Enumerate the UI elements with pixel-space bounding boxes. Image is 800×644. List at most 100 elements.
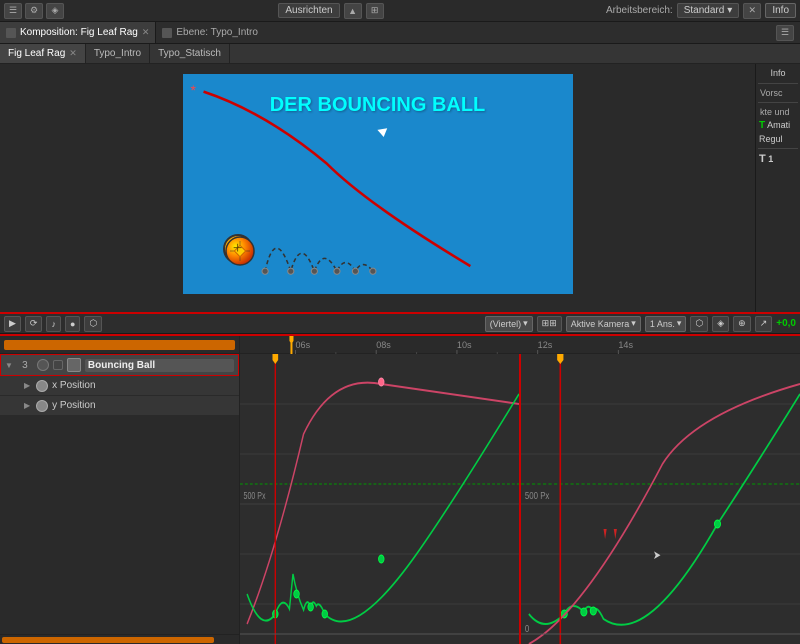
camera-dropdown[interactable]: Aktive Kamera ▾ [566,316,641,332]
layer-empty-space [0,416,239,634]
bottom-graph-row: ▼ 3 Bouncing Ball ▶ x Position ▶ y Posit… [0,354,800,644]
info-label: Info [758,66,798,80]
toolbar-icons: ☰ ⚙ ◈ [4,3,64,19]
prop-y-arrow-icon: ▶ [24,401,30,410]
tab-typo-intro[interactable]: Typo_Intro [86,44,150,63]
layer-name: Bouncing Ball [85,359,234,372]
ausrichten-button[interactable]: Ausrichten [278,3,339,18]
ruler-right: 06s 08s 10s 12s 14s [240,336,800,353]
view-label: 1 Ans. [650,319,675,329]
quarter-dropdown[interactable]: (Viertel) ▾ [485,316,533,332]
tab-fig-leaf-rag-label: Fig Leaf Rag [8,48,65,59]
svg-text:500 Px: 500 Px [244,490,267,502]
dropdown-arrow-icon: ▾ [727,5,732,16]
layer-expand-icon[interactable]: ▼ [5,361,13,370]
ruler-left [0,336,240,353]
graph-right: ➤ 500 Px 0 [521,354,800,644]
layer-type-icon [67,358,81,372]
tab-typo-intro-label: Typo_Intro [94,48,141,59]
panel-menu-icon[interactable]: ☰ [776,25,794,41]
tl-motion-btn[interactable]: ↗ [755,316,773,332]
tab-fig-leaf-close-icon[interactable]: ✕ [69,48,77,59]
svg-text:10s: 10s [457,340,472,350]
left-layer-panel: ▼ 3 Bouncing Ball ▶ x Position ▶ y Posit… [0,354,240,644]
tl-expand-btn[interactable]: ▶ [4,316,21,332]
tab-typo-statisch-label: Typo_Statisch [158,48,221,59]
camera-arrow-icon: ▾ [631,318,636,329]
tl-loop-btn[interactable]: ⟳ [25,316,43,332]
toolbar-icon-2[interactable]: ⚙ [25,3,43,19]
svg-text:08s: 08s [376,340,391,350]
layer-number: 3 [17,360,33,371]
layer-solo-icon[interactable] [53,360,63,370]
tl-toggle-btn[interactable]: ◈ [712,316,729,332]
prop-x-stopwatch-icon[interactable] [36,380,48,392]
preview-pane: * DER BOUNCING BALL [0,64,755,312]
tl-audio-btn[interactable]: ♪ [46,316,61,332]
comp-icon [6,28,16,38]
comp-tab[interactable]: Komposition: Fig Leaf Rag ✕ [0,22,156,43]
second-bar: Komposition: Fig Leaf Rag ✕ Ebene: Typo_… [0,22,800,44]
tl-mask-btn[interactable]: ⬡ [84,316,102,332]
ruler-row: 06s 08s 10s 12s 14s [0,336,800,354]
svg-text:12s: 12s [538,340,553,350]
layer-label: Ebene: Typo_Intro [176,27,258,38]
graph-right-svg: ➤ 500 Px 0 [521,354,800,644]
layer-visibility-icon[interactable] [37,359,49,371]
ausrichten-icon[interactable]: ▲ [344,3,362,19]
toolbar-icon-1[interactable]: ☰ [4,3,22,19]
prop-y-name: y Position [52,400,95,411]
info-button[interactable]: Info [765,3,796,18]
close-panel-icon[interactable]: ✕ [743,3,761,19]
tl-render2-btn[interactable]: ⬡ [690,316,708,332]
camera-label: Aktive Kamera [571,319,630,329]
layer-icon [162,28,172,38]
comp-close-icon[interactable]: ✕ [142,27,150,38]
layer-bar: Ebene: Typo_Intro ☰ [156,22,800,43]
prop-x-name: x Position [52,380,95,391]
ruler-svg: 06s 08s 10s 12s 14s [240,336,800,354]
quarter-arrow-icon: ▾ [523,318,528,329]
regul-label: Regul [758,133,798,145]
cursor-icon [377,128,388,138]
orange-bar [4,340,235,350]
main-area: * DER BOUNCING BALL [0,64,800,312]
akte-text: kte und [758,106,798,118]
tl-more-btn[interactable]: ⊕ [733,316,751,332]
toolbar-icon-3[interactable]: ◈ [46,3,64,19]
tab-row: Fig Leaf Rag ✕ Typo_Intro Typo_Statisch [0,44,800,64]
view-dropdown[interactable]: 1 Ans. ▾ [645,316,687,332]
tl-icon-set[interactable]: ⊞⊞ [537,316,562,332]
graph-left: 500 Px [240,354,521,644]
arbeitsbereich-label: Arbeitsbereich: [606,5,673,16]
layer-row-3[interactable]: ▼ 3 Bouncing Ball [0,354,239,376]
tl-render-btn[interactable]: ● [65,316,80,332]
standard-dropdown[interactable]: Standard ▾ [677,3,740,18]
orange-strip [2,637,214,643]
right-panel: Info Vorsc kte und T Amati Regul T 1 [755,64,800,312]
svg-text:14s: 14s [618,340,633,350]
prop-y-stopwatch-icon[interactable] [36,400,48,412]
quarter-label: (Viertel) [490,319,521,329]
tab-fig-leaf-rag[interactable]: Fig Leaf Rag ✕ [0,44,86,63]
graph-left-svg: 500 Px [240,354,519,644]
text-tool-label: T 1 [758,152,798,166]
ball-object [223,234,253,264]
svg-text:500 Px: 500 Px [525,490,550,501]
top-bar: ☰ ⚙ ◈ Ausrichten ▲ ⊞ Arbeitsbereich: Sta… [0,0,800,22]
tl-value: +0,0 [776,318,796,329]
prop-row-y[interactable]: ▶ y Position [0,396,239,416]
prop-x-arrow-icon: ▶ [24,381,30,390]
bottom-graph-area: 500 Px [240,354,800,644]
tab-typo-statisch[interactable]: Typo_Statisch [150,44,230,63]
amati-label: T Amati [758,119,798,132]
bottom-orange-strip [0,634,239,644]
bottom-section: 06s 08s 10s 12s 14s ▼ [0,334,800,644]
grid-icon[interactable]: ⊞ [366,3,384,19]
prop-row-x[interactable]: ▶ x Position [0,376,239,396]
svg-text:0: 0 [525,623,529,634]
svg-text:➤: ➤ [653,549,661,562]
view-arrow-icon: ▾ [677,318,682,329]
standard-label: Standard [684,5,725,16]
svg-text:06s: 06s [295,340,310,350]
